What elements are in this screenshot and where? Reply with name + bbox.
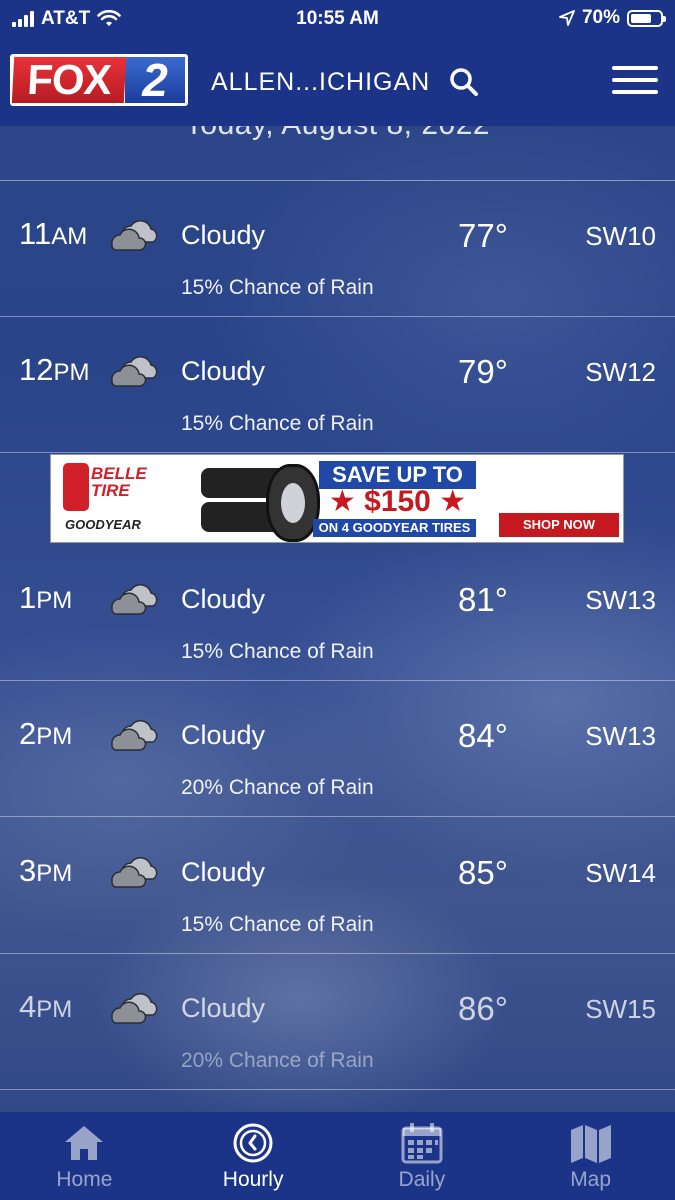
bottom-tab-bar: Home Hourly Daily Map xyxy=(0,1112,675,1200)
condition-label: Cloudy xyxy=(181,993,266,1023)
ad-banner[interactable]: BELLE TIRE GOODYEAR SAVE UP TO ★ $150 ★ O… xyxy=(50,454,624,543)
fox2-logo[interactable]: FOX 2 xyxy=(10,54,188,106)
hour-time: 2PM xyxy=(19,716,73,751)
tab-map[interactable]: Map xyxy=(506,1112,675,1200)
wind: SW13 xyxy=(585,585,656,615)
ad-goodyear-logo: GOODYEAR xyxy=(65,517,141,532)
ad-amount: ★ $150 ★ xyxy=(328,485,467,518)
rain-chance: 15% Chance of Rain xyxy=(181,913,374,936)
hourly-row[interactable]: 2PM Cloudy 84° SW13 20% Chance of Rain xyxy=(0,681,675,817)
cloudy-icon xyxy=(111,584,158,615)
location-label[interactable]: ALLEN...ICHIGAN xyxy=(211,68,430,97)
hourly-row[interactable]: 1PM Cloudy 81° SW13 15% Chance of Rain xyxy=(0,545,675,681)
wind: SW14 xyxy=(585,858,656,888)
condition-label: Cloudy xyxy=(181,220,266,250)
wind: SW12 xyxy=(585,357,656,387)
rain-chance: 20% Chance of Rain xyxy=(181,776,374,799)
rain-chance: 20% Chance of Rain xyxy=(181,1049,374,1072)
hamburger-menu-icon[interactable] xyxy=(612,66,658,98)
tab-label: Hourly xyxy=(222,1168,284,1191)
battery-fill xyxy=(631,13,651,23)
app-header: FOX 2 ALLEN...ICHIGAN xyxy=(0,38,675,126)
calendar-icon xyxy=(401,1123,443,1164)
location-arrow-icon xyxy=(559,10,575,26)
tab-daily[interactable]: Daily xyxy=(338,1112,507,1200)
cloudy-icon xyxy=(111,220,158,251)
status-right: 70% xyxy=(559,7,666,29)
battery-percent: 70% xyxy=(581,7,620,28)
wind: SW10 xyxy=(585,221,656,251)
tab-label: Daily xyxy=(398,1168,446,1191)
temperature: 85° xyxy=(458,854,508,891)
rain-chance: 15% Chance of Rain xyxy=(181,412,374,435)
battery-icon xyxy=(627,9,666,27)
shop-now-button[interactable]: SHOP NOW xyxy=(499,513,619,537)
ad-brand-name: BELLE TIRE xyxy=(91,464,147,500)
wind: SW13 xyxy=(585,721,656,751)
map-icon xyxy=(570,1125,611,1163)
tab-label: Home xyxy=(56,1168,113,1191)
tires-image-icon xyxy=(196,460,320,542)
logo-fox-text: FOX xyxy=(11,56,127,103)
hour-time: 4PM xyxy=(19,989,73,1024)
hourly-row[interactable]: 4PM Cloudy 86° SW15 20% Chance of Rain xyxy=(0,954,675,1090)
temperature: 81° xyxy=(458,581,508,618)
rain-chance: 15% Chance of Rain xyxy=(181,640,374,663)
belle-tire-mascot-icon xyxy=(63,463,89,511)
temperature: 84° xyxy=(458,717,508,754)
condition-label: Cloudy xyxy=(181,356,266,386)
temperature: 86° xyxy=(458,990,508,1027)
logo-number: 2 xyxy=(125,54,185,106)
hourly-row[interactable]: 12PM Cloudy 79° SW12 15% Chance of Rain xyxy=(0,317,675,453)
cloudy-icon xyxy=(111,356,158,387)
hour-time: 11AM xyxy=(19,216,88,251)
status-bar: AT&T 10:55 AM 70% xyxy=(0,0,675,38)
tab-label: Map xyxy=(570,1168,612,1191)
hourly-row[interactable]: 11AM Cloudy 77° SW10 15% Chance of Rain xyxy=(0,181,675,317)
rain-chance: 15% Chance of Rain xyxy=(181,276,374,299)
hour-time: 12PM xyxy=(19,352,90,387)
wind: SW15 xyxy=(585,994,656,1024)
clock-icon xyxy=(233,1123,273,1163)
temperature: 77° xyxy=(458,217,508,254)
condition-label: Cloudy xyxy=(181,857,266,887)
condition-label: Cloudy xyxy=(181,584,266,614)
condition-label: Cloudy xyxy=(181,720,266,750)
cloudy-icon xyxy=(111,857,158,888)
search-icon[interactable] xyxy=(448,66,480,98)
cloudy-icon xyxy=(111,720,158,751)
tab-home[interactable]: Home xyxy=(0,1112,169,1200)
cloudy-icon xyxy=(111,993,158,1024)
screen: Today, August 8, 2022 11AM Cloudy 77° SW… xyxy=(0,0,675,1200)
home-icon xyxy=(65,1126,104,1160)
hourly-row[interactable]: 3PM Cloudy 85° SW14 15% Chance of Rain xyxy=(0,818,675,954)
temperature: 79° xyxy=(458,353,508,390)
hour-time: 3PM xyxy=(19,853,73,888)
ad-subline: ON 4 GOODYEAR TIRES xyxy=(313,519,476,537)
hour-time: 1PM xyxy=(19,580,73,615)
tab-hourly[interactable]: Hourly xyxy=(169,1112,338,1200)
